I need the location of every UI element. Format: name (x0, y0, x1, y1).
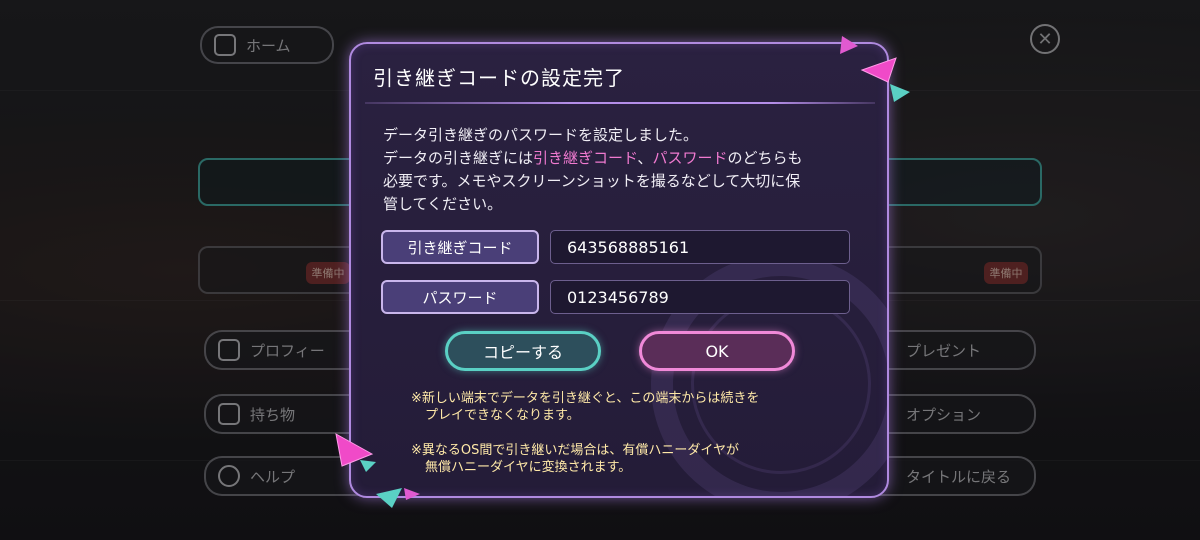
highlight-code: 引き継ぎコード (533, 149, 638, 167)
dialog-message: データ引き継ぎのパスワードを設定しました。 データの引き継ぎには引き継ぎコード、… (383, 124, 863, 216)
transfer-code-value: 643568885161 (550, 230, 850, 264)
title-divider (365, 102, 875, 104)
password-label: パスワード (381, 280, 539, 314)
message-line-1: データ引き継ぎのパスワードを設定しました。 (383, 126, 699, 144)
highlight-password: パスワード (652, 149, 728, 167)
note-device-transfer: ※新しい端末でデータを引き継ぐと、この端末からは続きを プレイできなくなります。 (411, 391, 760, 423)
transfer-code-label: 引き継ぎコード (381, 230, 539, 264)
password-value: 0123456789 (550, 280, 850, 314)
transfer-code-dialog: 引き継ぎコードの設定完了 データ引き継ぎのパスワードを設定しました。 データの引… (349, 42, 889, 498)
message-line-3: 必要です。メモやスクリーンショットを撮るなどして大切に保 (383, 172, 801, 190)
message-line-2: データの引き継ぎには引き継ぎコード、パスワードのどちらも (383, 149, 803, 167)
ok-button[interactable]: OK (639, 331, 795, 371)
copy-button[interactable]: コピーする (445, 331, 601, 371)
dialog-title: 引き継ぎコードの設定完了 (373, 66, 625, 90)
note-os-transfer: ※異なるOS間で引き継いだ場合は、有償ハニーダイヤが 無償ハニーダイヤに変換され… (411, 443, 739, 475)
message-line-4: 管してください。 (383, 195, 503, 213)
